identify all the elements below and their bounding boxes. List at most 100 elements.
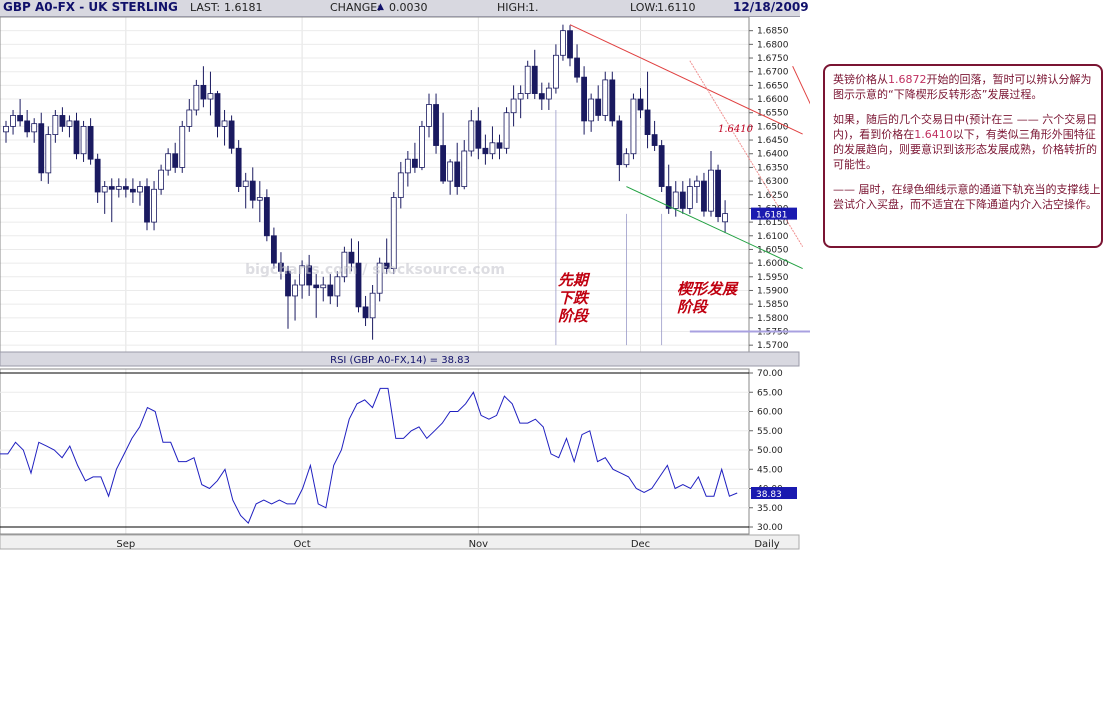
stage-label-decline: 先期 下跌 阶段 — [558, 271, 588, 325]
candle-body — [510, 98, 517, 114]
candle-body — [108, 186, 115, 190]
rsi-tick-label: 35.00 — [757, 504, 783, 514]
stage1-line2: 下跌 — [558, 289, 589, 307]
rsi-title: RSI (GBP A0-FX,14) = 38.83 — [330, 355, 470, 366]
candle-body — [468, 120, 475, 152]
candle-body — [602, 79, 609, 116]
candle-body — [411, 158, 418, 168]
candle-body — [235, 147, 242, 187]
change-label: CHANGE: — [330, 1, 381, 14]
candle-body — [609, 79, 616, 122]
candle-body — [595, 98, 602, 116]
candle-body — [658, 145, 665, 187]
candle-body — [560, 30, 566, 56]
candle-body — [66, 120, 73, 127]
candle-body — [722, 213, 728, 223]
y-tick-label: 1.6450 — [757, 136, 789, 146]
symbol-title: GBP A0-FX - UK STERLING — [3, 0, 178, 14]
candle-body — [708, 169, 714, 212]
candle-body — [397, 172, 404, 198]
candle-body — [390, 197, 397, 269]
rsi-tick-label: 50.00 — [757, 446, 783, 456]
candle-body — [200, 84, 207, 100]
candle-body — [52, 115, 59, 135]
y-tick-label: 1.6250 — [757, 191, 789, 201]
candle-body — [426, 104, 432, 127]
candle-body — [313, 284, 320, 289]
note-paragraph-2: 如果，随后的几个交易日中(预计在三 —— 六个交易日内)，看到价格在1.6410… — [833, 112, 1101, 172]
y-tick-label: 1.5850 — [757, 300, 789, 310]
candle-body — [87, 125, 94, 160]
candle-body — [165, 153, 172, 171]
stage2-line2: 阶段 — [677, 298, 708, 316]
rsi-tick-label: 65.00 — [757, 388, 783, 398]
candle-body — [144, 186, 150, 223]
y-tick-label: 1.6550 — [757, 109, 789, 119]
candle-body — [256, 197, 263, 201]
rsi-tick-label: 60.00 — [757, 408, 783, 418]
note-p2-price: 1.6410 — [914, 128, 953, 141]
period-label: Daily — [754, 539, 779, 550]
candle-body — [59, 115, 66, 127]
candle-body — [186, 109, 193, 127]
candle-body — [616, 120, 623, 166]
note-connector-line — [792, 66, 810, 105]
candle-body — [651, 134, 658, 146]
candle-body — [80, 125, 87, 155]
candle-body — [115, 186, 122, 190]
annotation-mid-price: 1.6410 — [718, 124, 754, 135]
y-tick-label: 1.5900 — [757, 286, 789, 296]
note-paragraph-1: 英镑价格从1.6872开始的回落，暂时可以辨认分解为图示示意的“下降楔形反转形态… — [833, 72, 1101, 102]
change-value: 0.0030 — [389, 1, 428, 14]
note-p1-price: 1.6872 — [888, 73, 927, 86]
candle-body — [545, 87, 552, 100]
x-tick-label: Sep — [116, 539, 135, 550]
stage1-line1: 先期 — [558, 271, 589, 289]
quote-header: GBP A0-FX - UK STERLING LAST: 1.6181 CHA… — [0, 0, 809, 17]
rsi-tick-label: 30.00 — [757, 523, 783, 533]
analysis-note-box: 英镑价格从1.6872开始的回落，暂时可以辨认分解为图示示意的“下降楔形反转形态… — [823, 64, 1103, 248]
stage-label-wedge: 楔形发展 阶段 — [677, 280, 737, 316]
candle-body — [369, 292, 376, 319]
candle-body — [10, 115, 16, 127]
x-tick-label: Dec — [631, 539, 650, 550]
stage1-line3: 阶段 — [558, 307, 589, 325]
candle-body — [574, 57, 580, 78]
candle-body — [623, 153, 630, 166]
candle-body — [644, 109, 651, 135]
candle-body — [475, 120, 482, 149]
candle-body — [122, 186, 129, 190]
note-p1-text: 英镑价格从 — [833, 73, 888, 86]
candle-body — [31, 123, 38, 133]
y-tick-label: 1.6650 — [757, 81, 789, 91]
high-value: 1. — [528, 1, 539, 14]
candle-body — [221, 120, 228, 127]
candle-body — [581, 76, 587, 122]
candle-body — [193, 84, 200, 111]
rsi-tick-label: 55.00 — [757, 427, 783, 437]
x-tick-label: Nov — [469, 539, 489, 550]
candle-body — [538, 93, 545, 100]
candle-body — [715, 169, 721, 218]
candle-body — [228, 120, 235, 149]
candle-body — [553, 54, 559, 89]
candle-body — [334, 276, 341, 297]
candle-body — [38, 123, 45, 174]
candle-body — [496, 142, 503, 149]
change-up-arrow-icon: ▲ — [377, 2, 384, 12]
candle-body — [679, 191, 686, 209]
candle-body — [320, 284, 327, 289]
candle-body — [94, 158, 101, 193]
y-tick-label: 1.5950 — [757, 273, 789, 283]
y-tick-label: 1.6100 — [757, 232, 789, 242]
candle-body — [270, 235, 277, 264]
candle-body — [461, 150, 468, 187]
candle-body — [404, 158, 411, 174]
y-tick-label: 1.6400 — [757, 150, 789, 160]
candle-body — [137, 186, 143, 193]
y-tick-label: 1.6350 — [757, 163, 789, 173]
note-paragraph-3: —— 届时，在绿色细线示意的通道下轨充当的支撑线上尝试介入买盘，而不适宜在下降通… — [833, 183, 1101, 211]
candle-body — [242, 180, 249, 187]
y-tick-label: 1.6700 — [757, 68, 789, 78]
rsi-line — [0, 387, 738, 524]
